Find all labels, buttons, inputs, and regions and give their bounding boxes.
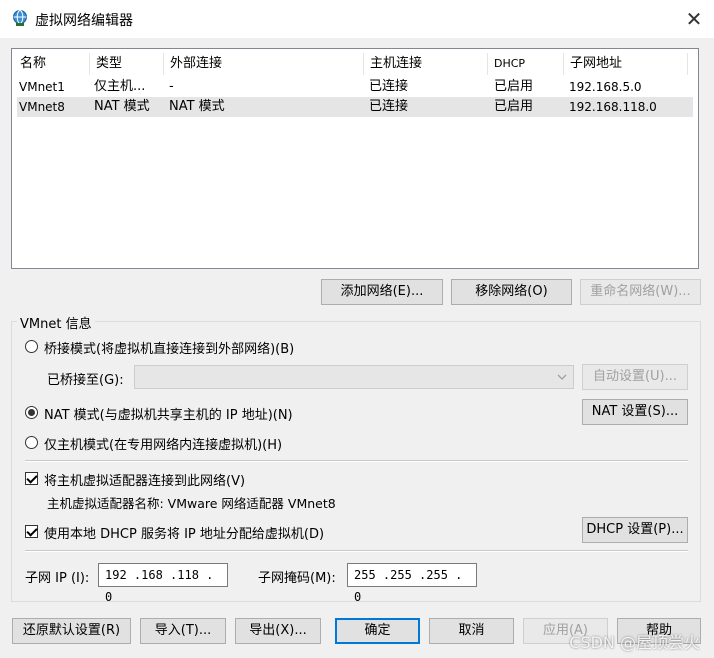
import-button[interactable]: 导入(T)... xyxy=(140,618,226,644)
window-title: 虚拟网络编辑器 xyxy=(35,13,133,29)
divider xyxy=(25,460,688,462)
divider xyxy=(25,550,688,552)
restore-defaults-button[interactable]: 还原默认设置(R) xyxy=(12,618,131,644)
subnet-mask-label: 子网掩码(M): xyxy=(258,571,336,586)
bridged-mode-radio[interactable] xyxy=(25,340,38,353)
column-header-dhcp[interactable]: DHCP xyxy=(488,53,564,75)
row-name: VMnet1 xyxy=(19,80,65,94)
nat-mode-radio[interactable] xyxy=(25,406,38,419)
row-dhcp: 已启用 xyxy=(494,79,534,94)
subnet-mask-field[interactable]: 255 .255 .255 . 0 xyxy=(347,563,477,604)
rename-network-button[interactable]: 重命名网络(W)... xyxy=(580,279,701,305)
row-subnet: 192.168.5.0 xyxy=(569,80,642,94)
connect-adapter-checkbox[interactable] xyxy=(25,472,38,485)
column-header-host[interactable]: 主机连接 xyxy=(364,53,488,75)
remove-network-button[interactable]: 移除网络(O) xyxy=(451,279,572,305)
dhcp-label[interactable]: 使用本地 DHCP 服务将 IP 地址分配给虚拟机(D) xyxy=(44,523,324,542)
dhcp-checkbox[interactable] xyxy=(25,525,38,538)
auto-settings-button[interactable]: 自动设置(U)... xyxy=(582,364,688,390)
nat-settings-button[interactable]: NAT 设置(S)... xyxy=(582,399,688,425)
row-host: 已连接 xyxy=(369,79,409,94)
table-row-selected[interactable]: VMnet8 NAT 模式 NAT 模式 已连接 已启用 192.168.118… xyxy=(17,97,693,117)
ok-button[interactable]: 确定 xyxy=(335,618,420,644)
host-only-radio[interactable] xyxy=(25,436,38,449)
connect-adapter-label[interactable]: 将主机虚拟适配器连接到此网络(V) xyxy=(44,470,245,489)
row-dhcp: 已启用 xyxy=(494,99,534,114)
subnet-ip-field[interactable]: 192 .168 .118 . 0 xyxy=(98,563,228,604)
chevron-down-icon xyxy=(557,374,567,380)
row-subnet: 192.168.118.0 xyxy=(569,100,657,114)
column-header-type[interactable]: 类型 xyxy=(90,53,164,75)
row-name: VMnet8 xyxy=(19,100,65,114)
row-external: - xyxy=(169,79,174,94)
close-button[interactable]: ✕ xyxy=(674,0,714,38)
export-button[interactable]: 导出(X)... xyxy=(235,618,321,644)
column-header-subnet[interactable]: 子网地址 xyxy=(564,53,688,75)
network-globe-icon xyxy=(13,10,27,26)
row-type: NAT 模式 xyxy=(94,99,150,114)
watermark-text: CSDN @屋顶尝火 xyxy=(569,633,700,652)
row-external: NAT 模式 xyxy=(169,99,225,114)
subnet-ip-label: 子网 IP (I): xyxy=(25,571,90,586)
add-network-button[interactable]: 添加网络(E)... xyxy=(321,279,443,305)
table-row[interactable]: VMnet1 仅主机... - 已连接 已启用 192.168.5.0 xyxy=(17,77,693,97)
bridged-to-dropdown[interactable] xyxy=(134,365,574,389)
adapter-name-text: 主机虚拟适配器名称: VMware 网络适配器 VMnet8 xyxy=(47,496,336,511)
column-header-external[interactable]: 外部连接 xyxy=(164,53,364,75)
network-list[interactable]: 名称 类型 外部连接 主机连接 DHCP 子网地址 VMnet1 仅主机... … xyxy=(11,48,699,269)
bridged-mode-label[interactable]: 桥接模式(将虚拟机直接连接到外部网络)(B) xyxy=(44,338,294,357)
bridged-to-label: 已桥接至(G): xyxy=(47,373,124,388)
vmnet-info-legend: VMnet 信息 xyxy=(17,313,95,332)
cancel-button[interactable]: 取消 xyxy=(429,618,514,644)
host-only-label[interactable]: 仅主机模式(在专用网络内连接虚拟机)(H) xyxy=(44,434,282,453)
nat-mode-label[interactable]: NAT 模式(与虚拟机共享主机的 IP 地址)(N) xyxy=(44,404,293,423)
column-header-name[interactable]: 名称 xyxy=(14,53,90,75)
row-host: 已连接 xyxy=(369,99,409,114)
row-type: 仅主机... xyxy=(94,79,146,94)
dhcp-settings-button[interactable]: DHCP 设置(P)... xyxy=(582,517,688,543)
